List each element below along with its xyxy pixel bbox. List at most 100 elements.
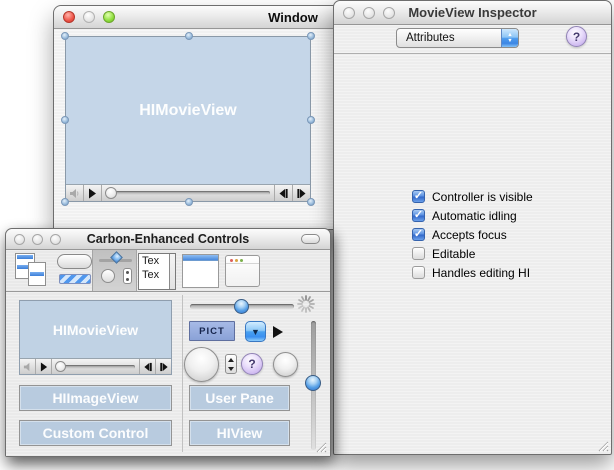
palette-movie-controller	[20, 358, 171, 374]
selection-handle[interactable]	[185, 198, 193, 206]
palette-custom-control[interactable]: Custom Control	[19, 420, 172, 446]
checkbox-label: Automatic idling	[432, 209, 517, 223]
selection-handle[interactable]	[307, 32, 315, 40]
step-back-button[interactable]	[274, 185, 292, 201]
down-arrow-icon: ▼	[251, 327, 260, 337]
round-button-large[interactable]	[184, 347, 219, 382]
pict-button-label: PICT	[199, 326, 225, 337]
checkbox-automatic-idling[interactable]: ✓	[412, 209, 425, 222]
plain-window-icon[interactable]	[225, 255, 260, 287]
checkbox-row: ✓ Handles editing HI	[412, 266, 533, 279]
checkbox-handles-editing-hi[interactable]: ✓	[412, 266, 425, 279]
little-arrows-stepper[interactable]	[225, 354, 237, 374]
checkbox-row: ✓ Automatic idling	[412, 209, 533, 222]
check-icon: ✓	[414, 229, 423, 239]
minimize-button[interactable]	[32, 234, 43, 245]
desktop: Window HIMovieView	[0, 0, 614, 470]
step-forward-button[interactable]	[155, 359, 171, 374]
play-button[interactable]	[84, 185, 102, 201]
close-button[interactable]	[343, 7, 355, 19]
movie-view-label: HIMovieView	[66, 37, 310, 184]
down-arrow-icon	[228, 367, 234, 371]
popup-arrows-icon: ▲ ▼	[501, 29, 518, 47]
movie-view[interactable]: HIMovieView	[65, 36, 311, 202]
popup-arrow-button[interactable]: ▼	[245, 321, 266, 342]
palette-hiview-label: HIView	[217, 425, 263, 441]
toolbar-toggle-button[interactable]	[301, 234, 320, 244]
column-divider	[182, 295, 183, 452]
titled-window-icon[interactable]	[182, 254, 219, 288]
traffic-lights	[14, 234, 61, 245]
round-button-small[interactable]	[273, 352, 298, 377]
inspector-header: Attributes ▲ ▼ ?	[334, 25, 611, 54]
palette-content: HIMovieView	[6, 292, 330, 456]
play-button[interactable]	[36, 359, 52, 374]
resize-grip[interactable]	[596, 439, 609, 452]
palette-user-pane[interactable]: User Pane	[189, 385, 290, 411]
help-button[interactable]: ?	[566, 26, 587, 47]
checkbox-label: Accepts focus	[432, 228, 507, 242]
zoom-button[interactable]	[103, 11, 115, 23]
speaker-icon[interactable]	[66, 185, 84, 201]
scrubber-thumb[interactable]	[105, 187, 117, 199]
selection-handle[interactable]	[61, 116, 69, 124]
vertical-slider-thumb[interactable]	[305, 375, 321, 391]
minimize-button[interactable]	[363, 7, 375, 19]
horizontal-slider-thumb[interactable]	[234, 299, 249, 314]
checkbox-label: Handles editing HI	[432, 266, 530, 280]
palette-toolbar: Tex Tex	[6, 250, 330, 292]
close-button[interactable]	[63, 11, 75, 23]
movie-scrubber[interactable]	[52, 359, 139, 374]
step-back-button[interactable]	[139, 359, 155, 374]
text-icon-line: Tex	[142, 255, 159, 267]
palette-image-view-label: HIImageView	[52, 390, 138, 406]
checkbox-controller-visible[interactable]: ✓	[412, 190, 425, 203]
checkbox-row: ✓ Accepts focus	[412, 228, 533, 241]
controls-icon[interactable]	[93, 250, 138, 291]
minimize-button[interactable]	[83, 11, 95, 23]
palette-image-view[interactable]: HIImageView	[19, 385, 172, 411]
close-button[interactable]	[14, 234, 25, 245]
lists-icon[interactable]	[15, 252, 51, 290]
palette-movie-view[interactable]: HIMovieView	[19, 300, 172, 375]
checkbox-row: ✓ Controller is visible	[412, 190, 533, 203]
disclosure-triangle[interactable]	[273, 326, 283, 338]
scrubber-track[interactable]	[56, 365, 135, 369]
checkbox-label: Editable	[432, 247, 475, 261]
text-icon-line: Tex	[142, 269, 159, 281]
check-icon: ✓	[414, 191, 423, 201]
selection-handle[interactable]	[307, 116, 315, 124]
traffic-lights	[63, 11, 115, 23]
popup-down-arrow-icon: ▼	[507, 38, 512, 44]
palette-titlebar[interactable]: Carbon-Enhanced Controls	[6, 229, 330, 250]
scrubber-track[interactable]	[106, 191, 270, 195]
palette-user-pane-label: User Pane	[205, 390, 273, 406]
selection-handle[interactable]	[61, 198, 69, 206]
speaker-icon[interactable]	[20, 359, 36, 374]
selection-handle[interactable]	[61, 32, 69, 40]
attributes-popup[interactable]: Attributes ▲ ▼	[396, 28, 519, 48]
pict-button[interactable]: PICT	[189, 321, 235, 341]
popup-selected-value: Attributes	[397, 32, 501, 44]
palette-custom-control-label: Custom Control	[43, 425, 149, 441]
zoom-button[interactable]	[50, 234, 61, 245]
scrubber-thumb[interactable]	[55, 361, 66, 372]
palette-movie-view-label: HIMovieView	[20, 301, 171, 358]
selection-handle[interactable]	[185, 32, 193, 40]
zoom-button[interactable]	[383, 7, 395, 19]
window-palette: Carbon-Enhanced Controls	[5, 228, 331, 457]
traffic-lights	[343, 7, 395, 19]
resize-grip[interactable]	[314, 440, 327, 453]
palette-hiview[interactable]: HIView	[189, 420, 290, 446]
window-inspector: MovieView Inspector Attributes ▲ ▼ ? ✓ C…	[333, 0, 612, 455]
text-view-icon[interactable]: Tex Tex	[138, 253, 176, 290]
inspector-titlebar[interactable]: MovieView Inspector	[334, 1, 611, 25]
checkbox-editable[interactable]: ✓	[412, 247, 425, 260]
spinner-icon	[296, 294, 316, 314]
up-arrow-icon	[228, 358, 234, 362]
help-button[interactable]: ?	[241, 353, 263, 375]
attributes-checkbox-list: ✓ Controller is visible ✓ Automatic idli…	[412, 190, 533, 279]
checkbox-accepts-focus[interactable]: ✓	[412, 228, 425, 241]
selection-handle[interactable]	[307, 198, 315, 206]
check-icon: ✓	[414, 210, 423, 220]
